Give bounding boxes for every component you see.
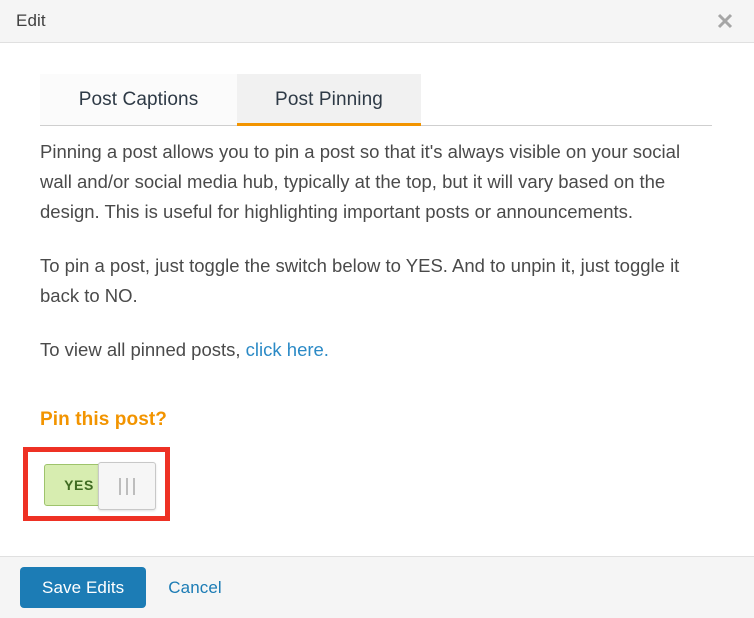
- view-pinned-posts-link[interactable]: click here.: [246, 339, 329, 360]
- modal-footer: Save Edits Cancel: [0, 556, 754, 618]
- toggle-highlight-box: YES: [23, 447, 170, 521]
- page-title: Edit: [16, 11, 46, 30]
- tab-post-pinning[interactable]: Post Pinning: [237, 74, 421, 126]
- description-paragraph-2: To pin a post, just toggle the switch be…: [40, 255, 680, 306]
- modal-header: Edit: [0, 0, 754, 43]
- tab-post-captions-label: Post Captions: [78, 88, 199, 110]
- description-paragraph-3: To view all pinned posts, click here.: [40, 335, 700, 365]
- grip-line-1: [119, 477, 121, 495]
- pin-post-toggle-label: YES: [64, 477, 94, 493]
- edit-modal: Edit Post Captions Post Pinning Pinning …: [0, 0, 754, 618]
- pin-post-heading: Pin this post?: [40, 409, 168, 430]
- tab-bar: Post Captions Post Pinning: [40, 74, 712, 126]
- description-paragraph-3-text: To view all pinned posts,: [40, 339, 246, 360]
- tab-post-captions[interactable]: Post Captions: [40, 74, 237, 125]
- tab-post-pinning-label: Post Pinning: [275, 88, 383, 110]
- cancel-button[interactable]: Cancel: [168, 578, 222, 598]
- grip-lines-icon[interactable]: [98, 462, 156, 510]
- description-paragraph-1: Pinning a post allows you to pin a post …: [40, 141, 681, 222]
- modal-body: Post Captions Post Pinning Pinning a pos…: [0, 43, 754, 556]
- grip-line-2: [126, 477, 128, 495]
- tab-content-post-pinning: Pinning a post allows you to pin a post …: [40, 137, 700, 365]
- save-edits-button[interactable]: Save Edits: [20, 567, 147, 608]
- close-icon[interactable]: [710, 6, 740, 36]
- grip-line-3: [133, 477, 135, 495]
- pin-post-toggle[interactable]: YES: [44, 462, 159, 510]
